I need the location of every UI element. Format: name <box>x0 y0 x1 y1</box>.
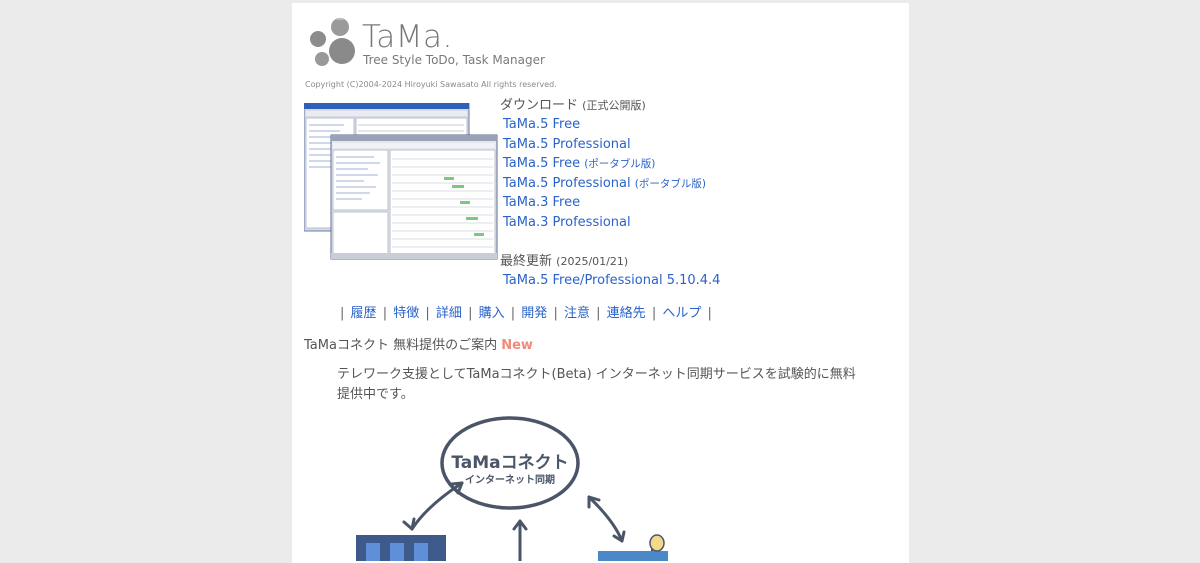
nav-link-notes[interactable]: 注意 <box>564 306 590 321</box>
download-heading: ダウンロード (正式公開版) <box>500 98 646 113</box>
download-link-tama5-free[interactable]: TaMa.5 Free <box>503 117 580 132</box>
download-item: TaMa.5 Free (ポータブル版) <box>503 152 706 172</box>
illustration-title: TaMaコネクト <box>451 453 568 473</box>
nav-links: | 履歴 | 特徴 | 詳細 | 購入 | 開発 | 注意 | 連絡先 | ヘル… <box>340 306 712 321</box>
last-update-heading: 最終更新 (2025/01/21) <box>500 254 629 269</box>
main-content: TaMa. Tree Style ToDo, Task Manager Copy… <box>292 3 909 563</box>
download-item: TaMa.3 Professional <box>503 211 706 231</box>
download-link-tama3-professional[interactable]: TaMa.3 Professional <box>503 215 631 230</box>
nav-link-contact[interactable]: 連絡先 <box>607 306 646 321</box>
download-item: TaMa.3 Free <box>503 191 706 211</box>
connect-heading: TaMaコネクト 無料提供のご案内 New <box>304 338 533 353</box>
nav-link-details[interactable]: 詳細 <box>436 306 462 321</box>
download-item: TaMa.5 Professional (ポータブル版) <box>503 172 706 192</box>
tama-logo-icon <box>310 18 355 66</box>
nav-link-purchase[interactable]: 購入 <box>479 306 505 321</box>
copyright-text: Copyright (C)2004-2024 Hiroyuki Sawasato… <box>305 80 557 89</box>
nav-link-history[interactable]: 履歴 <box>351 306 377 321</box>
download-link-tama5-professional[interactable]: TaMa.5 Professional <box>503 137 631 152</box>
nav-link-features[interactable]: 特徴 <box>393 306 419 321</box>
brand-title: TaMa. <box>362 19 453 55</box>
connect-description: テレワーク支援としてTaMaコネクト(Beta) インターネット同期サービスを試… <box>337 367 856 402</box>
download-link-tama3-free[interactable]: TaMa.3 Free <box>503 195 580 210</box>
download-item: TaMa.5 Professional <box>503 133 706 153</box>
download-link-tama5-free-portable[interactable]: TaMa.5 Free (ポータブル版) <box>503 156 655 171</box>
new-badge: New <box>501 338 533 353</box>
download-link-tama5-professional-portable[interactable]: TaMa.5 Professional (ポータブル版) <box>503 176 706 191</box>
last-update-link[interactable]: TaMa.5 Free/Professional 5.10.4.4 <box>503 273 720 288</box>
app-screenshot-image <box>304 103 498 260</box>
brand-subtitle: Tree Style ToDo, Task Manager <box>363 53 545 67</box>
download-item: TaMa.5 Free <box>503 113 706 133</box>
illustration-subtitle: インターネット同期 <box>465 473 555 486</box>
tama-connect-illustration: TaMaコネクト インターネット同期 <box>356 416 668 561</box>
nav-link-development[interactable]: 開発 <box>521 306 547 321</box>
download-list: TaMa.5 Free TaMa.5 Professional TaMa.5 F… <box>503 113 706 230</box>
nav-link-help[interactable]: ヘルプ <box>662 306 701 321</box>
last-update-row: TaMa.5 Free/Professional 5.10.4.4 <box>503 269 720 288</box>
